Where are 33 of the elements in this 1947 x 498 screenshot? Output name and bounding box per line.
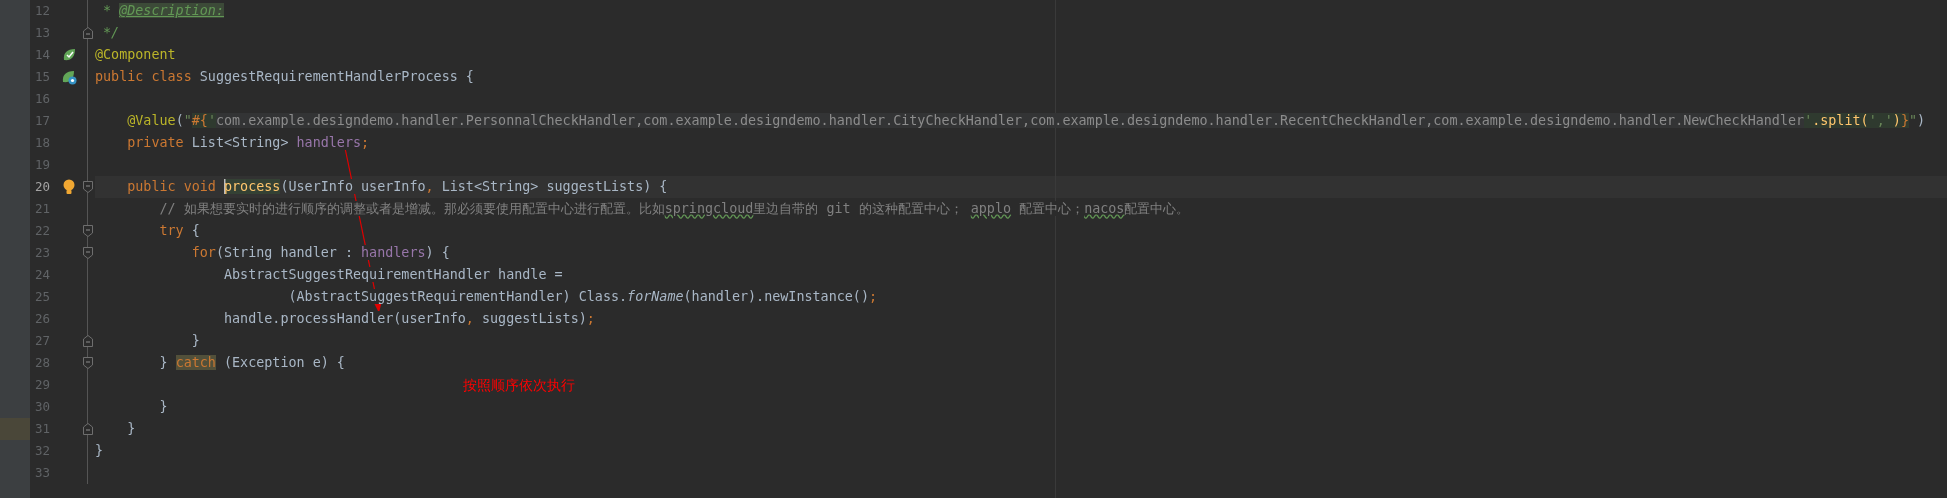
line-number: 15 (34, 68, 52, 86)
line-number: 22 (34, 222, 52, 240)
line-number: 16 (34, 90, 52, 108)
line-number: 27 (34, 332, 52, 350)
line-number: 30 (34, 398, 52, 416)
fold-marker-icon[interactable] (82, 27, 93, 39)
line-number: 29 (34, 376, 52, 394)
line-number: 14 (34, 46, 52, 64)
line-number: 12 (34, 2, 52, 20)
fold-marker-icon[interactable] (82, 247, 93, 259)
line-number: 28 (34, 354, 52, 372)
line-number: 18 (34, 134, 52, 152)
leaf-icon[interactable] (62, 48, 76, 62)
line-number: 13 (34, 24, 52, 42)
line-number: 33 (34, 464, 52, 482)
fold-marker-icon[interactable] (82, 181, 93, 193)
annotation-text: 按照顺序依次执行 (463, 376, 575, 395)
lightbulb-icon[interactable] (63, 179, 75, 195)
line-number: 32 (34, 442, 52, 460)
fold-marker-icon[interactable] (82, 357, 93, 369)
fold-marker-icon[interactable] (82, 423, 93, 435)
fold-marker-icon[interactable] (82, 225, 93, 237)
line-number: 24 (34, 266, 52, 284)
line-number: 21 (34, 200, 52, 218)
line-number: 31 (34, 420, 52, 438)
line-number: 17 (34, 112, 52, 130)
line-number: 25 (34, 288, 52, 306)
line-number: 26 (34, 310, 52, 328)
line-number: 19 (34, 156, 52, 174)
line-number: 20 (34, 178, 52, 196)
line-number: 23 (34, 244, 52, 262)
fold-marker-icon[interactable] (82, 335, 93, 347)
leaf-badge-icon[interactable] (61, 69, 77, 85)
